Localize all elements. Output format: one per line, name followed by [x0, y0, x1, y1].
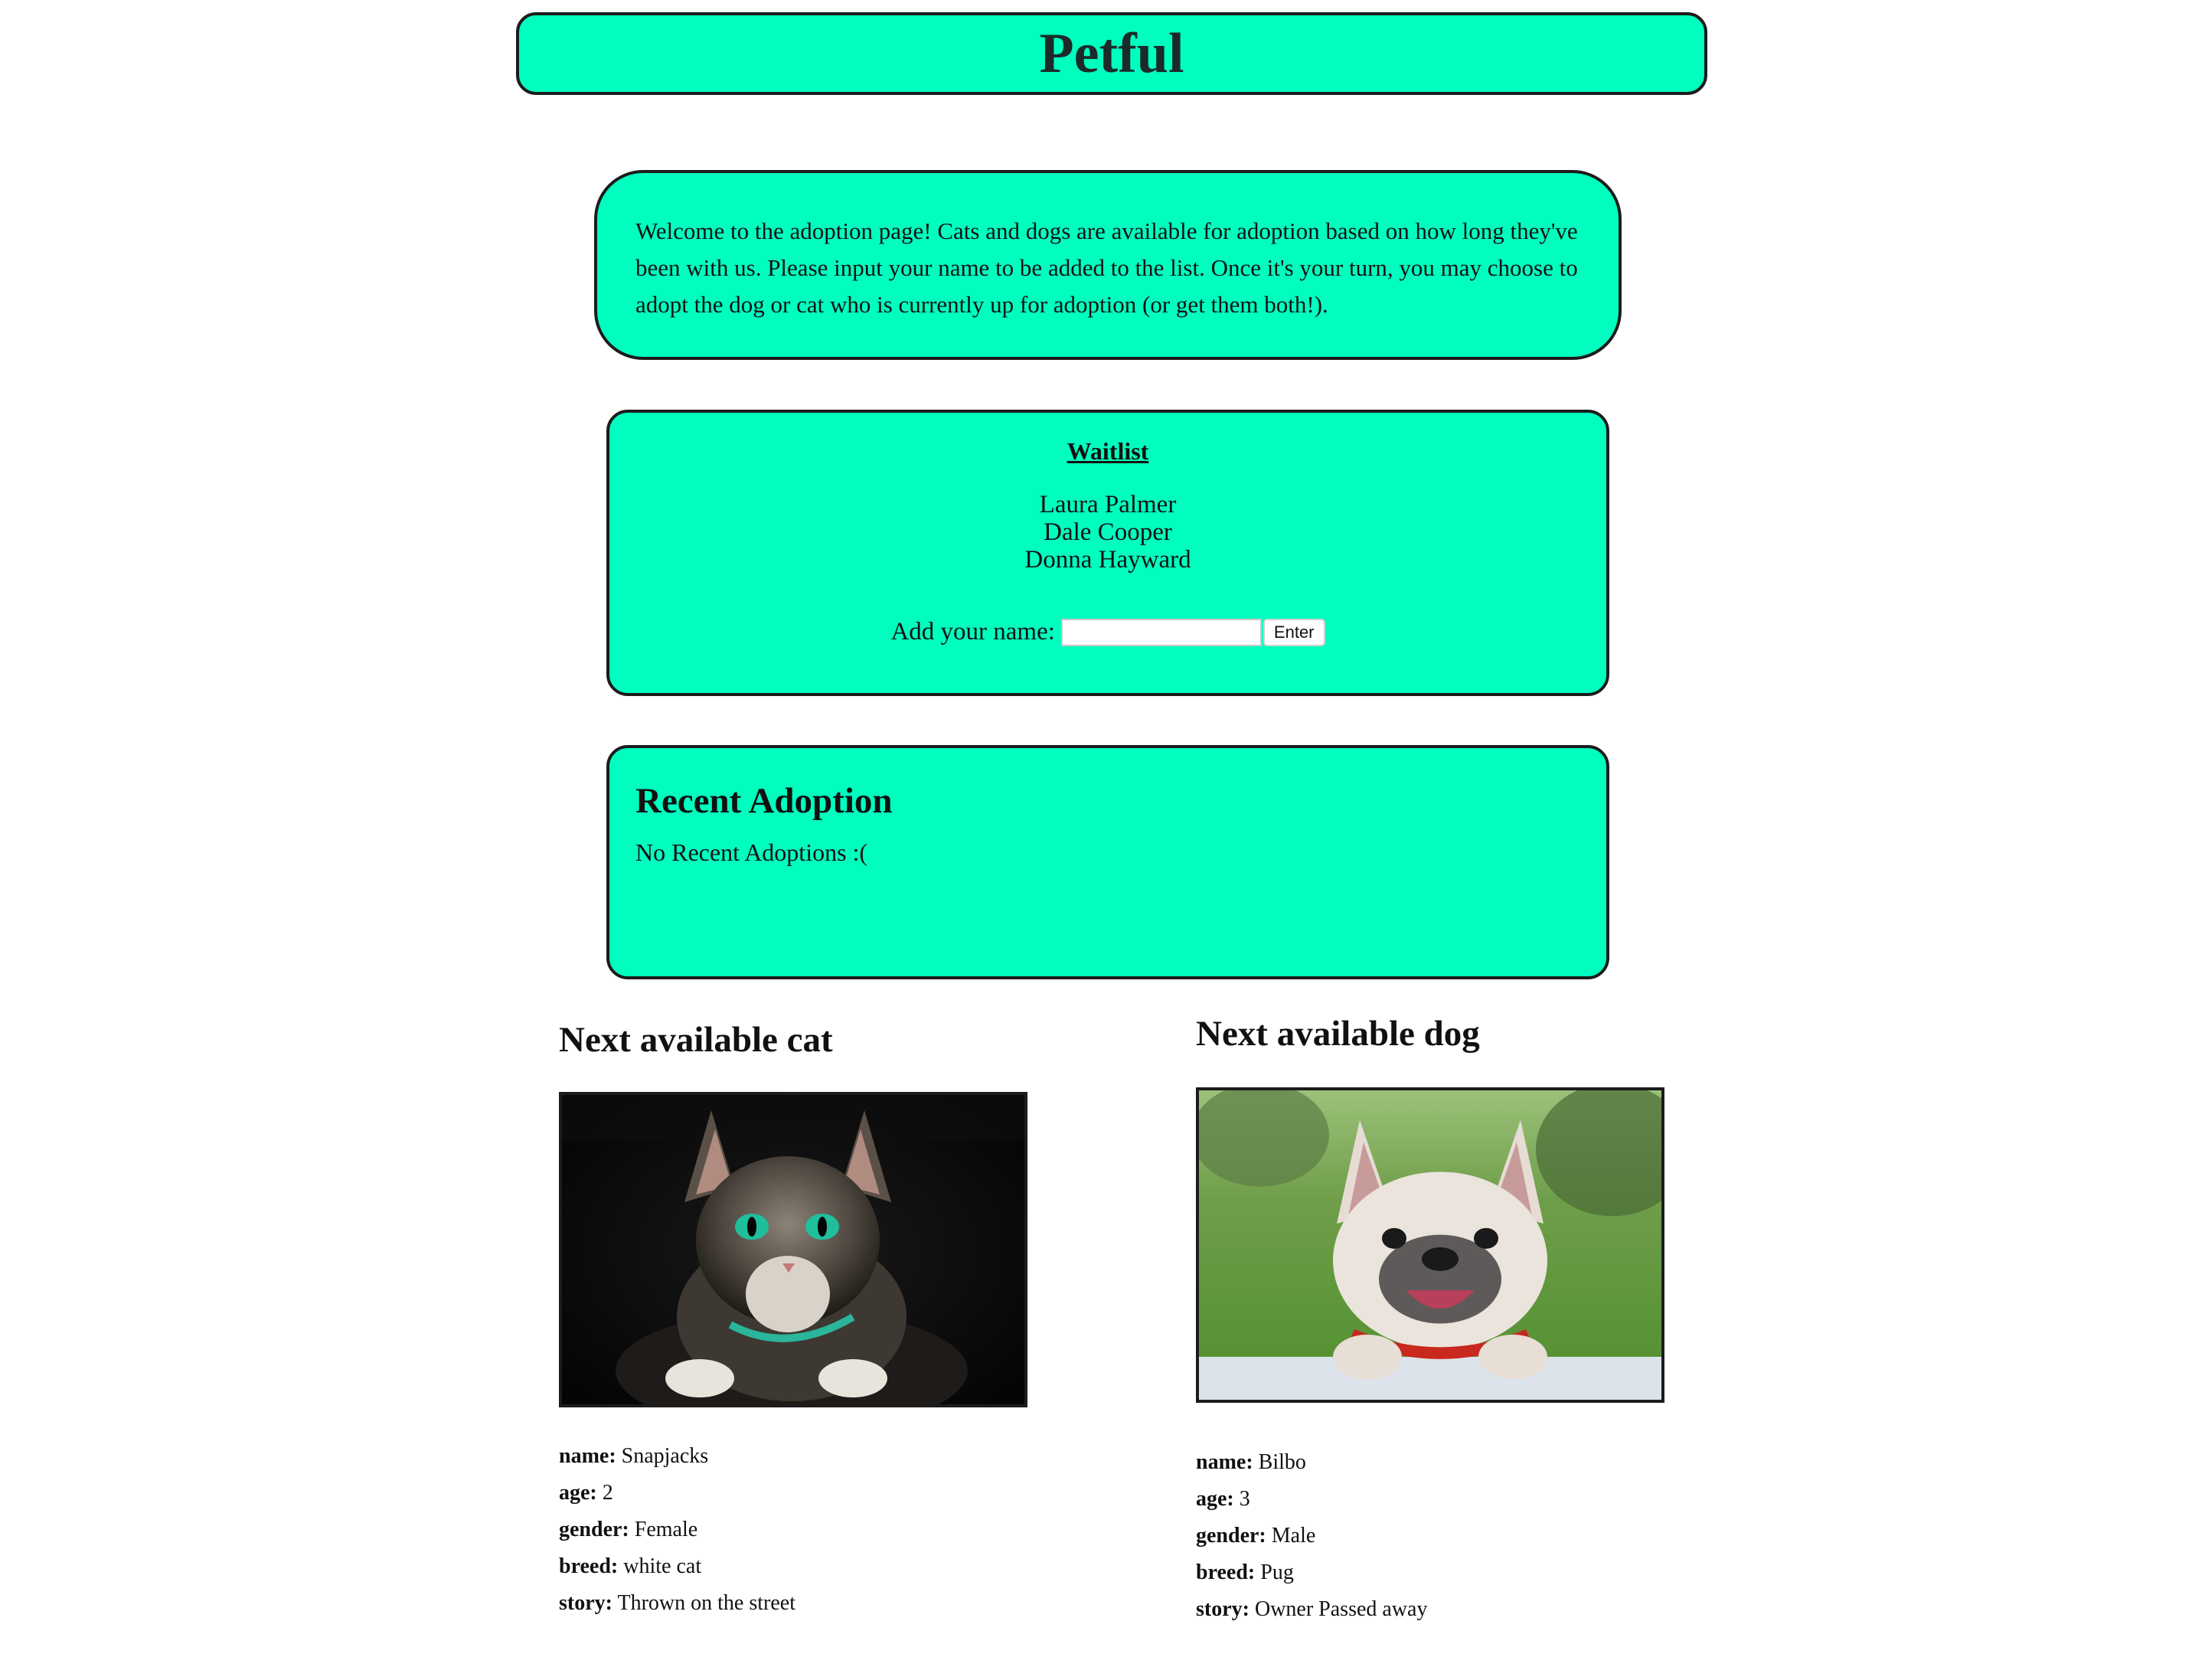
field-label: story:: [559, 1591, 612, 1615]
recent-adoption-title: Recent Adoption: [635, 781, 893, 821]
cat-breed-row: breed: white cat: [559, 1548, 795, 1585]
cat-gender: Female: [634, 1518, 698, 1541]
add-name-label: Add your name:: [890, 618, 1055, 646]
dog-age-row: age: 3: [1196, 1481, 1427, 1518]
app-title: Petful: [1039, 21, 1184, 85]
cat-story-row: story: Thrown on the street: [559, 1585, 795, 1622]
field-label: name:: [1196, 1450, 1253, 1474]
dog-heading: Next available dog: [1196, 1014, 1480, 1054]
cat-image: [562, 1095, 1024, 1404]
field-label: gender:: [1196, 1524, 1266, 1548]
cat-gender-row: gender: Female: [559, 1512, 795, 1548]
waitlist-name: Laura Palmer: [1039, 491, 1177, 518]
dog-story: Owner Passed away: [1254, 1597, 1428, 1621]
dog-gender: Male: [1271, 1524, 1316, 1548]
cat-story: Thrown on the street: [617, 1591, 795, 1615]
field-label: breed:: [559, 1554, 619, 1578]
field-label: age:: [1196, 1487, 1234, 1511]
cat-heading: Next available cat: [559, 1020, 833, 1060]
cat-name: Snapjacks: [621, 1444, 709, 1468]
waitlist-name: Dale Cooper: [1044, 518, 1172, 546]
dog-section: Next available dog name: Bilbo age: 3 ge…: [1196, 1009, 1671, 1621]
dog-story-row: story: Owner Passed away: [1196, 1591, 1427, 1628]
cat-breed: white cat: [623, 1554, 702, 1578]
dog-breed-row: breed: Pug: [1196, 1554, 1427, 1591]
add-name-form: Add your name: Enter: [609, 618, 1606, 646]
waitlist-name: Donna Hayward: [1024, 546, 1191, 574]
waitlist-title: Waitlist: [1067, 437, 1149, 465]
field-label: gender:: [559, 1518, 629, 1541]
recent-adoption-panel: Recent Adoption No Recent Adoptions :(: [606, 745, 1609, 979]
enter-button[interactable]: Enter: [1263, 618, 1325, 646]
dog-age: 3: [1239, 1487, 1250, 1511]
cat-age: 2: [602, 1481, 613, 1505]
cat-age-row: age: 2: [559, 1475, 795, 1512]
cat-section: Next available cat name: Snapjacks age: …: [559, 1015, 1034, 1615]
dog-name: Bilbo: [1258, 1450, 1306, 1474]
waitlist-panel: Waitlist Laura Palmer Dale Cooper Donna …: [606, 410, 1609, 696]
dog-info: name: Bilbo age: 3 gender: Male breed: P…: [1196, 1444, 1427, 1628]
field-label: age:: [559, 1481, 597, 1505]
cat-name-row: name: Snapjacks: [559, 1438, 795, 1475]
dog-name-row: name: Bilbo: [1196, 1444, 1427, 1481]
recent-adoption-message: No Recent Adoptions :(: [635, 838, 868, 866]
name-input[interactable]: [1060, 618, 1262, 646]
dog-gender-row: gender: Male: [1196, 1518, 1427, 1554]
field-label: name:: [559, 1444, 616, 1468]
intro-text: Welcome to the adoption page! Cats and d…: [635, 217, 1578, 318]
dog-image: [1199, 1090, 1661, 1400]
field-label: breed:: [1196, 1561, 1256, 1584]
intro-panel: Welcome to the adoption page! Cats and d…: [594, 170, 1622, 360]
cat-info: name: Snapjacks age: 2 gender: Female br…: [559, 1438, 795, 1622]
dog-breed: Pug: [1260, 1561, 1294, 1584]
dog-photo: [1196, 1087, 1664, 1403]
waitlist-names: Laura Palmer Dale Cooper Donna Hayward: [609, 491, 1606, 574]
header-banner: Petful: [516, 12, 1707, 95]
field-label: story:: [1196, 1597, 1250, 1621]
cat-photo: [559, 1092, 1027, 1407]
